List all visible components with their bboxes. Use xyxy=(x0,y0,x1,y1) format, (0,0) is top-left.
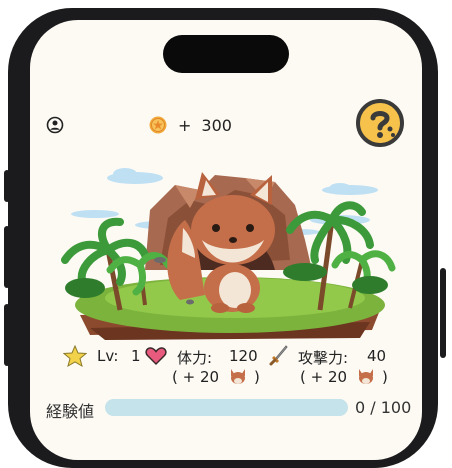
island-scene xyxy=(50,160,400,340)
profile-button[interactable] xyxy=(45,115,65,135)
experience-row: 経験値 0 / 100 xyxy=(0,397,452,421)
attack-bonus: ( + 20 xyxy=(300,368,348,386)
coin-plus-sign: + xyxy=(178,115,192,135)
island-illustration xyxy=(61,168,396,340)
hp-label: 体力: xyxy=(177,349,213,367)
level-label: Lv: xyxy=(97,347,119,365)
person-circle-icon xyxy=(46,116,64,134)
fox-face-icon xyxy=(231,369,245,384)
experience-label: 経験値 xyxy=(46,402,95,421)
attack-label: 攻撃力: xyxy=(298,349,349,367)
hp-value: 120 xyxy=(229,347,258,365)
sword-icon xyxy=(269,345,288,366)
hp-bonus-close: ) xyxy=(254,368,260,386)
hp-bonus: ( + 20 xyxy=(172,368,220,386)
help-button[interactable] xyxy=(356,99,404,147)
coin-amount: 300 xyxy=(201,115,232,135)
stats-panel: Lv: 1 体力: 120 ( + 20 ) 攻撃力: 40 ( + 20 ) xyxy=(0,343,452,391)
dynamic-island xyxy=(163,35,289,73)
coin-counter: + 300 xyxy=(148,113,232,137)
experience-bar xyxy=(105,399,348,416)
coin-icon xyxy=(149,116,167,134)
star-icon xyxy=(63,345,87,367)
level-value: 1 xyxy=(131,347,141,365)
heart-icon xyxy=(145,347,167,366)
fox-face-icon xyxy=(359,369,373,384)
attack-bonus-close: ) xyxy=(382,368,388,386)
experience-value: 0 / 100 xyxy=(355,398,412,417)
attack-value: 40 xyxy=(367,347,387,365)
question-mark-icon xyxy=(370,111,395,138)
phone-side-button xyxy=(4,170,10,202)
phone-side-button xyxy=(4,226,10,288)
